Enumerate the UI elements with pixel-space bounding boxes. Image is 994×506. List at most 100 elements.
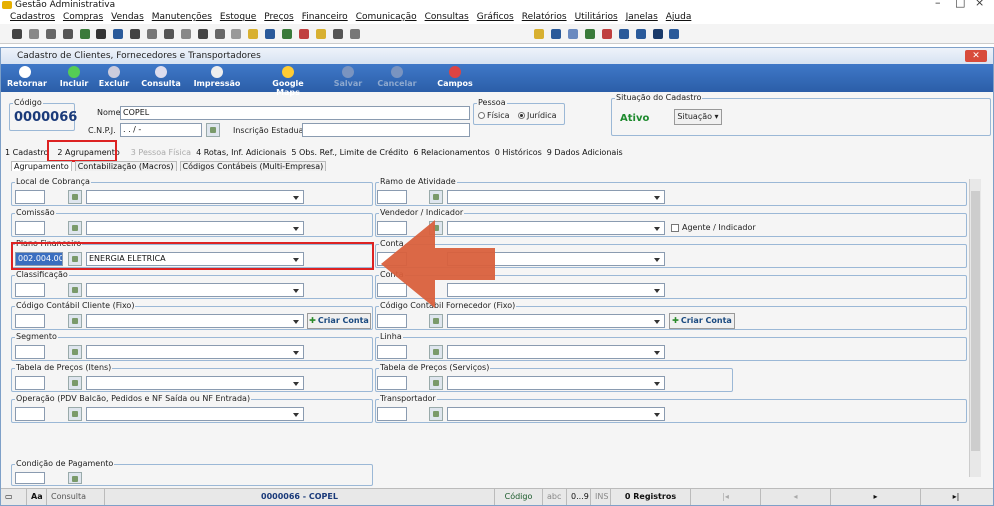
menu-precos[interactable]: Preços: [264, 12, 293, 22]
menu-utilitarios[interactable]: Utilitários: [575, 12, 618, 22]
operacao-select[interactable]: [86, 407, 304, 421]
tabela-itens-select[interactable]: [86, 376, 304, 390]
segmento-code-input[interactable]: [15, 345, 45, 359]
menu-consultas[interactable]: Consultas: [425, 12, 469, 22]
toolbar-icon[interactable]: [315, 29, 326, 39]
menu-comunicacao[interactable]: Comunicação: [356, 12, 417, 22]
tab-cadastro[interactable]: 1 Cadastro: [5, 148, 48, 157]
cancelar-button[interactable]: Cancelar: [377, 66, 417, 88]
tab-rotas[interactable]: 4 Rotas, Inf. Adicionais: [196, 148, 286, 157]
criar-conta-cliente-button[interactable]: ✚ Criar Conta: [307, 313, 371, 329]
local-cobranca-code-input[interactable]: [15, 190, 45, 204]
toolbar-icon[interactable]: [130, 29, 141, 39]
segmento-select[interactable]: [86, 345, 304, 359]
tabela-servicos-lookup-icon[interactable]: [429, 376, 443, 390]
consulta-button[interactable]: Consulta: [141, 66, 181, 88]
nome-input[interactable]: COPEL: [120, 106, 470, 120]
agente-checkbox[interactable]: [671, 224, 679, 232]
tabela-itens-lookup-icon[interactable]: [68, 376, 82, 390]
ramo-atividade-select[interactable]: [447, 190, 665, 204]
toolbar-icon[interactable]: [12, 29, 22, 39]
tabela-servicos-select[interactable]: [447, 376, 665, 390]
cc-fornecedor-code-input[interactable]: [377, 314, 407, 328]
last-record-icon[interactable]: ▸|: [921, 489, 991, 505]
google-maps-button[interactable]: Google Maps: [259, 66, 317, 97]
toolbar-icon[interactable]: [282, 29, 292, 39]
cnpj-input[interactable]: . . / -: [120, 123, 202, 137]
transportador-select[interactable]: [447, 407, 665, 421]
toolbar-icon[interactable]: [197, 29, 208, 39]
toolbar-icon[interactable]: [248, 29, 259, 39]
cc-cliente-code-input[interactable]: [15, 314, 45, 328]
comissao-lookup-icon[interactable]: [68, 221, 82, 235]
toolbar-icon[interactable]: [635, 29, 646, 39]
transportador-code-input[interactable]: [377, 407, 407, 421]
local-cobranca-select[interactable]: [86, 190, 304, 204]
toolbar-icon[interactable]: [163, 29, 174, 39]
cc-cliente-lookup-icon[interactable]: [68, 314, 82, 328]
toolbar-icon[interactable]: [231, 29, 242, 39]
menu-cadastros[interactable]: Cadastros: [10, 12, 55, 22]
condicao-pagamento-code-input[interactable]: [15, 472, 45, 484]
first-record-icon[interactable]: |◂: [691, 489, 761, 505]
menu-ajuda[interactable]: Ajuda: [666, 12, 692, 22]
comissao-select[interactable]: [86, 221, 304, 235]
close-icon[interactable]: ×: [975, 0, 984, 8]
criar-conta-fornecedor-button[interactable]: ✚ Criar Conta: [669, 313, 735, 329]
toolbar-icon[interactable]: [62, 29, 73, 39]
toolbar-icon[interactable]: [113, 29, 124, 39]
tab-pessoa-fisica[interactable]: 3 Pessoa Física: [131, 148, 191, 157]
operacao-lookup-icon[interactable]: [68, 407, 82, 421]
linha-code-input[interactable]: [377, 345, 407, 359]
local-cobranca-lookup-icon[interactable]: [68, 190, 82, 204]
toolbar-icon[interactable]: [180, 29, 191, 39]
incluir-button[interactable]: Incluir: [59, 66, 89, 88]
toolbar-icon[interactable]: [28, 29, 39, 39]
toolbar-icon[interactable]: [96, 29, 107, 39]
toolbar-icon[interactable]: [551, 29, 562, 39]
next-record-icon[interactable]: ▸: [831, 489, 921, 505]
segmento-lookup-icon[interactable]: [68, 345, 82, 359]
toolbar-icon[interactable]: [585, 29, 595, 39]
vertical-scrollbar[interactable]: [969, 179, 981, 477]
comissao-code-input[interactable]: [15, 221, 45, 235]
toolbar-icon[interactable]: [265, 29, 276, 39]
condicao-pagamento-lookup-icon[interactable]: [68, 472, 82, 484]
toolbar-icon[interactable]: [601, 29, 612, 39]
menu-manutencoes[interactable]: Manutenções: [152, 12, 212, 22]
toolbar-icon[interactable]: [298, 29, 309, 39]
toolbar-icon[interactable]: [669, 29, 680, 39]
fisica-radio[interactable]: Física: [478, 111, 510, 120]
classificacao-code-input[interactable]: [15, 283, 45, 297]
subtab-contabilizacao[interactable]: Contabilização (Macros): [74, 161, 177, 171]
menu-relatorios[interactable]: Relatórios: [522, 12, 567, 22]
campos-button[interactable]: Campos: [437, 66, 473, 88]
linha-lookup-icon[interactable]: [429, 345, 443, 359]
tabela-servicos-code-input[interactable]: [377, 376, 407, 390]
scrollbar-thumb[interactable]: [971, 191, 980, 451]
excluir-button[interactable]: Excluir: [97, 66, 131, 88]
menu-estoque[interactable]: Estoque: [220, 12, 256, 22]
tabela-itens-code-input[interactable]: [15, 376, 45, 390]
toolbar-icon[interactable]: [45, 29, 56, 39]
subtab-codigos-contabeis[interactable]: Códigos Contábeis (Multi-Empresa): [179, 161, 327, 171]
situacao-button[interactable]: Situação ▾: [674, 109, 722, 125]
juridica-radio[interactable]: Jurídica: [518, 111, 557, 120]
cc-cliente-select[interactable]: [86, 314, 304, 328]
menu-graficos[interactable]: Gráficos: [477, 12, 514, 22]
classificacao-select[interactable]: [86, 283, 304, 297]
cc-fornecedor-lookup-icon[interactable]: [429, 314, 443, 328]
transportador-lookup-icon[interactable]: [429, 407, 443, 421]
retornar-button[interactable]: Retornar: [7, 66, 47, 88]
tab-relacionamentos[interactable]: 6 Relacionamentos: [413, 148, 489, 157]
ramo-atividade-code-input[interactable]: [377, 190, 407, 204]
ramo-atividade-lookup-icon[interactable]: [429, 190, 443, 204]
menu-compras[interactable]: Compras: [63, 12, 103, 22]
classificacao-lookup-icon[interactable]: [68, 283, 82, 297]
tab-dados-adicionais[interactable]: 9 Dados Adicionais: [547, 148, 623, 157]
toolbar-icon[interactable]: [79, 29, 90, 39]
linha-select[interactable]: [447, 345, 665, 359]
menu-janelas[interactable]: Janelas: [626, 12, 658, 22]
toolbar-icon[interactable]: [349, 29, 360, 39]
menu-financeiro[interactable]: Financeiro: [302, 12, 348, 22]
